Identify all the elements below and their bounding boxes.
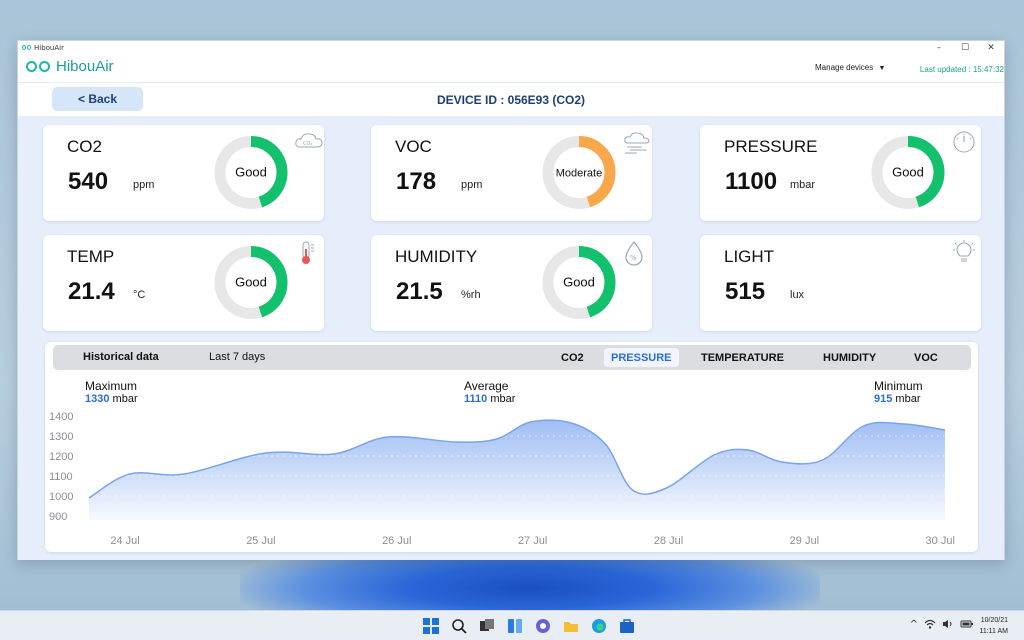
- sensor-unit: %rh: [461, 289, 481, 301]
- x-tick-label: 25 Jul: [246, 535, 275, 547]
- x-tick-label: 28 Jul: [654, 535, 683, 547]
- y-tick-label: 1300: [49, 431, 73, 443]
- app-window: HibouAir – ☐ ✕ HibouAir Manage devices ▼…: [17, 40, 1005, 560]
- manage-devices-label: Manage devices: [815, 63, 874, 72]
- status-gauge: Good: [857, 134, 959, 211]
- volume-icon[interactable]: [942, 619, 954, 632]
- x-tick-label: 27 Jul: [518, 535, 547, 547]
- status-gauge: Good: [200, 244, 302, 321]
- device-id-title: DEVICE ID : 056E93 (CO2): [436, 93, 586, 107]
- maximize-button[interactable]: ☐: [952, 41, 978, 55]
- gauge-status-label: Good: [235, 165, 267, 180]
- minimize-button[interactable]: –: [926, 41, 952, 55]
- status-gauge: Moderate: [528, 134, 630, 211]
- search-icon[interactable]: [448, 615, 470, 637]
- status-gauge: Good: [200, 134, 302, 211]
- sensor-value: 21.4: [68, 278, 115, 305]
- window-title: HibouAir: [34, 44, 64, 52]
- sensor-card-light[interactable]: LIGHT 515 lux: [700, 235, 981, 331]
- widgets-icon[interactable]: [504, 615, 526, 637]
- dashboard-content: < Back DEVICE ID : 056E93 (CO2) CO2 540 …: [18, 84, 1004, 560]
- sensor-name: VOC: [395, 137, 432, 156]
- gauge-status-label: Good: [235, 275, 267, 290]
- light-bulb-icon: [951, 240, 975, 264]
- hibouair-logo: HibouAir: [26, 58, 114, 75]
- thermometer-icon: [294, 240, 318, 264]
- sensor-unit: °C: [133, 289, 146, 301]
- y-tick-label: 1000: [49, 491, 73, 503]
- x-tick-label: 26 Jul: [382, 535, 411, 547]
- teams-chat-icon[interactable]: [532, 615, 554, 637]
- svg-text:%: %: [630, 254, 637, 262]
- clock-date: 10/20/21: [980, 617, 1008, 624]
- sensor-name: CO2: [67, 137, 102, 156]
- sensor-value: 178: [396, 168, 437, 195]
- sensor-unit: lux: [790, 289, 805, 301]
- taskbar: ^ 10/20/21 11:11 AM: [0, 610, 1024, 640]
- taskbar-clock[interactable]: 10/20/21 11:11 AM: [979, 615, 1008, 637]
- status-gauge: Good: [528, 244, 630, 321]
- sensor-value: 515: [725, 278, 766, 305]
- gauge-status-label: Good: [892, 165, 924, 180]
- y-tick-label: 900: [49, 511, 67, 523]
- last-updated-text: Last updated : 15:47:32: [919, 65, 1004, 74]
- voc-cloud-icon: [622, 130, 650, 154]
- tray-chevron-icon[interactable]: ^: [910, 619, 918, 632]
- file-explorer-icon[interactable]: [560, 615, 582, 637]
- title-bar: HibouAir – ☐ ✕: [18, 41, 1004, 55]
- x-tick-label: 29 Jul: [790, 535, 819, 547]
- edge-browser-icon[interactable]: [588, 615, 610, 637]
- task-view-icon[interactable]: [476, 615, 498, 637]
- sensor-unit: ppm: [133, 179, 155, 191]
- sensor-card-pressure[interactable]: PRESSURE 1100 mbar Good: [700, 125, 981, 221]
- sensor-unit: ppm: [461, 179, 483, 191]
- wifi-icon[interactable]: [924, 619, 936, 632]
- sensor-card-voc[interactable]: VOC 178 ppm Moderate: [371, 125, 652, 221]
- sensor-name: TEMP: [67, 247, 115, 266]
- barometer-icon: [951, 130, 975, 154]
- pressure-area-chart: 1400 1300 1200 1100 1000 900 24 Jul 25 Jul 26 Ju…: [49, 411, 955, 547]
- humidity-drop-icon: %: [622, 240, 646, 266]
- svg-text:CO₂: CO₂: [303, 141, 312, 147]
- y-tick-label: 1400: [49, 411, 73, 423]
- x-tick-label: 24 Jul: [110, 535, 139, 547]
- pressure-area-fill: [89, 420, 945, 520]
- sensor-name: HUMIDITY: [395, 247, 478, 266]
- sensor-card-co2[interactable]: CO2 540 ppm Good CO₂: [43, 125, 324, 221]
- app-header: HibouAir Manage devices ▼ Last updated :…: [18, 55, 1004, 83]
- sensor-value: 540: [68, 168, 109, 195]
- sensor-name: PRESSURE: [724, 137, 818, 156]
- sensor-unit: mbar: [790, 179, 816, 191]
- co2-cloud-icon: CO₂: [294, 130, 323, 154]
- sensor-name: LIGHT: [724, 247, 775, 266]
- x-tick-label: 30 Jul: [926, 535, 955, 547]
- close-button[interactable]: ✕: [978, 41, 1004, 55]
- device-toolbar: < Back DEVICE ID : 056E93 (CO2): [18, 84, 1004, 116]
- historical-data-panel: Historical data Last 7 days CO2 PRESSURE…: [45, 342, 978, 552]
- battery-icon[interactable]: [960, 619, 974, 632]
- logo-text: HibouAir: [56, 58, 114, 75]
- gauge-status-label: Good: [563, 275, 595, 290]
- y-tick-label: 1200: [49, 451, 73, 463]
- app-small-logo-icon: [22, 45, 31, 51]
- sensor-card-humidity[interactable]: HUMIDITY 21.5 %rh Good %: [371, 235, 652, 331]
- sensor-card-temp[interactable]: TEMP 21.4 °C Good: [43, 235, 324, 331]
- sensor-value: 1100: [725, 168, 778, 195]
- clock-time: 11:11 AM: [979, 628, 1008, 635]
- y-tick-label: 1100: [49, 471, 73, 483]
- windows-start-icon[interactable]: [420, 615, 442, 637]
- caret-down-icon: ▼: [878, 65, 886, 72]
- sensor-value: 21.5: [396, 278, 443, 305]
- gauge-status-label: Moderate: [556, 168, 602, 180]
- manage-devices-dropdown[interactable]: Manage devices ▼: [815, 63, 885, 72]
- store-icon[interactable]: [616, 615, 638, 637]
- owl-logo-icon: [26, 61, 50, 72]
